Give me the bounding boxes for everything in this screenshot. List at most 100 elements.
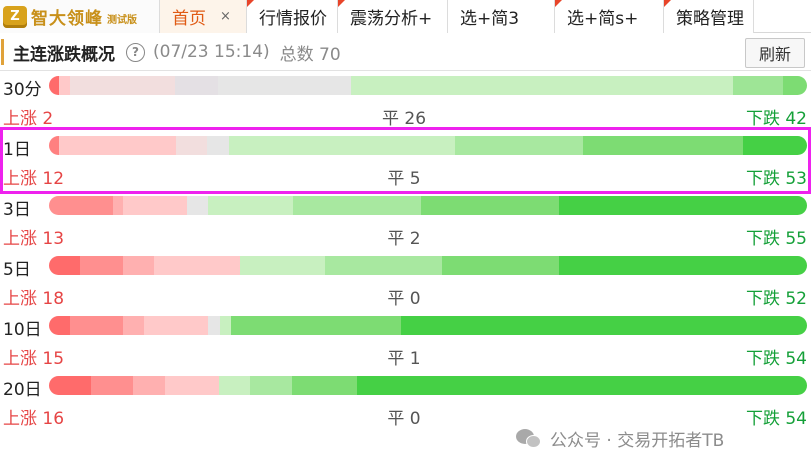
bar-segment xyxy=(559,256,807,275)
tab-label: 震荡分析+ xyxy=(350,9,433,29)
bar-segment xyxy=(70,76,175,95)
tab-label: 选+简3 xyxy=(460,9,520,29)
bar-segment xyxy=(239,256,325,275)
up-count: 上涨 12 xyxy=(3,169,65,189)
distribution-bar xyxy=(49,256,807,275)
top-tab-bar: Z 智大领峰 测试版 首页 × 行情报价 震荡分析+ 选+简3 选+简s+ 策略管理 xyxy=(0,0,811,33)
period-label: 1日 xyxy=(3,140,31,160)
bar-segment xyxy=(49,256,81,275)
tab-label: 行情报价 xyxy=(259,9,327,29)
bar-segment xyxy=(206,136,229,155)
bar-segment xyxy=(70,316,124,335)
bar-segment xyxy=(186,196,209,215)
bar-segment xyxy=(58,136,177,155)
flat-count: 平 0 xyxy=(387,289,421,309)
bar-segment xyxy=(49,316,71,335)
bar-segment xyxy=(230,316,401,335)
period-label: 20日 xyxy=(3,380,42,400)
close-icon[interactable]: × xyxy=(220,9,231,24)
row-stats: 平 1 上涨 15 下跌 54 xyxy=(0,344,811,369)
flat-count-wrap: 平 2 xyxy=(0,224,811,249)
bar-segment xyxy=(455,136,583,155)
period-row[interactable]: 5日平 0 上涨 18 下跌 52 xyxy=(0,252,811,312)
bar-segment xyxy=(174,76,218,95)
bar-segment xyxy=(208,316,221,335)
watermark-text: 公众号 · 交易开拓者TB xyxy=(550,431,725,451)
period-label: 10日 xyxy=(3,320,42,340)
bar-segment xyxy=(400,316,807,335)
period-row[interactable]: 3日平 2 上涨 13 下跌 55 xyxy=(0,192,811,252)
bar-segment xyxy=(293,196,422,215)
tab-label: 选+简s+ xyxy=(567,9,639,29)
up-count: 上涨 13 xyxy=(3,229,65,249)
tab-flag-icon xyxy=(664,0,671,7)
bar-segment xyxy=(90,376,134,395)
flat-count: 平 2 xyxy=(387,229,421,249)
bar-segment xyxy=(49,136,59,155)
wechat-icon xyxy=(516,428,542,449)
bar-segment xyxy=(49,196,114,215)
row-stats: 平 5 上涨 12 下跌 53 xyxy=(0,164,811,189)
bar-segment xyxy=(783,76,807,95)
bar-segment xyxy=(220,316,231,335)
flat-count: 平 1 xyxy=(387,349,421,369)
logo-mark-icon: Z xyxy=(3,5,27,28)
header-accent-bar xyxy=(1,39,4,65)
help-icon[interactable]: ? xyxy=(126,42,145,62)
bar-segment xyxy=(356,376,807,395)
distribution-bar xyxy=(49,376,807,395)
tab-0[interactable]: 首页 × xyxy=(160,0,247,33)
bar-segment xyxy=(176,136,207,155)
panel-header: 主连涨跌概况 ? (07/23 15:14) 总数 70 刷新 xyxy=(0,34,811,71)
bar-segment xyxy=(324,256,443,275)
tab-flag-icon xyxy=(555,0,562,7)
tab-3[interactable]: 选+简3 xyxy=(448,0,555,33)
bar-segment xyxy=(442,256,560,275)
bar-segment xyxy=(144,316,209,335)
tab-2[interactable]: 震荡分析+ xyxy=(338,0,448,33)
bar-segment xyxy=(421,196,560,215)
refresh-button[interactable]: 刷新 xyxy=(745,38,805,68)
row-stats: 平 0 上涨 16 下跌 54 xyxy=(0,404,811,429)
flat-count-wrap: 平 26 xyxy=(0,104,811,129)
bar-segment xyxy=(113,196,124,215)
distribution-bar xyxy=(49,76,807,95)
down-count: 下跌 54 xyxy=(745,349,807,369)
period-row[interactable]: 20日平 0 上涨 16 下跌 54 xyxy=(0,372,811,432)
down-count: 下跌 53 xyxy=(745,169,807,189)
distribution-bar xyxy=(49,316,807,335)
down-count: 下跌 52 xyxy=(745,289,807,309)
flat-count: 平 5 xyxy=(387,169,421,189)
bar-segment xyxy=(292,376,357,395)
tab-5[interactable]: 策略管理 xyxy=(664,0,754,33)
bar-segment xyxy=(154,256,240,275)
app-logo: Z 智大领峰 测试版 xyxy=(0,0,160,33)
app-name: 智大领峰 xyxy=(31,9,103,29)
bar-segment xyxy=(133,376,165,395)
update-timestamp: (07/23 15:14) xyxy=(153,42,270,62)
period-row[interactable]: 1日平 5 上涨 12 下跌 53 xyxy=(0,132,811,192)
bar-segment xyxy=(559,196,807,215)
down-count: 下跌 55 xyxy=(745,229,807,249)
tab-1[interactable]: 行情报价 xyxy=(247,0,338,33)
period-row[interactable]: 10日平 1 上涨 15 下跌 54 xyxy=(0,312,811,372)
period-row[interactable]: 30分平 26 上涨 2 下跌 42 xyxy=(0,72,811,132)
up-count: 上涨 2 xyxy=(3,109,54,129)
distribution-bar xyxy=(49,196,807,215)
row-stats: 平 26 上涨 2 下跌 42 xyxy=(0,104,811,129)
tab-label: 首页 xyxy=(172,9,206,29)
tab-flag-icon xyxy=(338,0,345,7)
period-label: 3日 xyxy=(3,200,31,220)
up-count: 上涨 15 xyxy=(3,349,65,369)
bar-segment xyxy=(164,376,219,395)
up-count: 上涨 16 xyxy=(3,409,65,429)
flat-count-wrap: 平 5 xyxy=(0,164,811,189)
bar-segment xyxy=(350,76,733,95)
down-count: 下跌 42 xyxy=(745,109,807,129)
bar-segment xyxy=(122,256,155,275)
bar-segment xyxy=(218,76,351,95)
bar-segment xyxy=(123,196,187,215)
bar-segment xyxy=(228,136,456,155)
tab-4[interactable]: 选+简s+ xyxy=(555,0,664,33)
panel-title: 主连涨跌概况 xyxy=(13,44,115,65)
